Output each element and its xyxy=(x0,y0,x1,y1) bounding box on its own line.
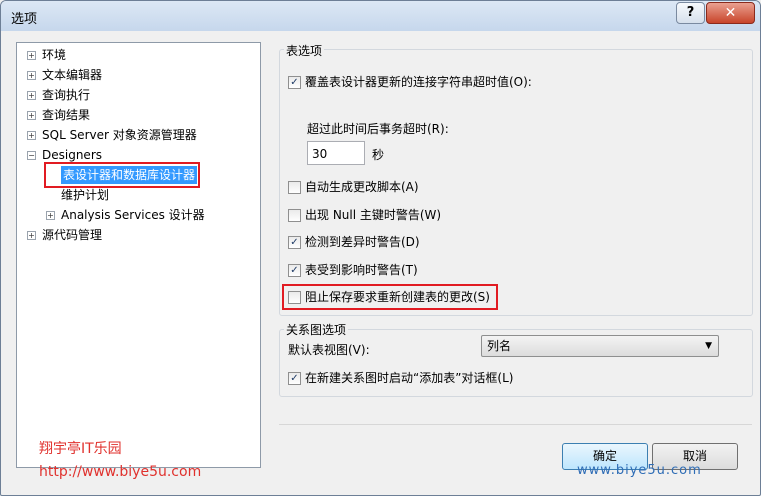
tree-item-label: SQL Server 对象资源管理器 xyxy=(42,128,197,142)
add-table-dialog-label: 在新建关系图时启动“添加表”对话框(L) xyxy=(305,371,514,385)
auto-script-label: 自动生成更改脚本(A) xyxy=(305,180,419,194)
close-button[interactable]: ✕ xyxy=(706,2,755,24)
timeout-input[interactable]: 30 xyxy=(307,141,365,165)
expand-icon[interactable]: + xyxy=(27,91,36,100)
diff-warning-checkbox[interactable]: ✓ xyxy=(288,236,301,249)
null-pk-warning-label: 出现 Null 主键时警告(W) xyxy=(305,208,442,222)
help-button[interactable]: ? xyxy=(676,2,705,24)
tree-item-label: 环境 xyxy=(42,48,67,62)
options-tree[interactable]: + 环境 + 文本编辑器 + 查询执行 + 查询结果 + SQL Server … xyxy=(16,42,261,468)
default-view-value: 列名 xyxy=(487,339,512,353)
auto-script-checkbox[interactable] xyxy=(288,181,301,194)
title-bar: 选项 ? ✕ xyxy=(1,1,760,31)
tree-item-label: Analysis Services 设计器 xyxy=(61,208,205,222)
timeout-unit: 秒 xyxy=(372,148,385,162)
expand-icon[interactable]: + xyxy=(46,211,55,220)
highlight-box xyxy=(282,284,498,310)
null-pk-warning-checkbox[interactable] xyxy=(288,209,301,222)
tree-item-label: 查询执行 xyxy=(42,88,91,102)
dialog-title: 选项 xyxy=(11,12,38,27)
expand-icon[interactable]: + xyxy=(27,231,36,240)
affected-warning-checkbox[interactable]: ✓ xyxy=(288,264,301,277)
diagram-options-caption: 关系图选项 xyxy=(284,321,349,338)
tree-item-label: 查询结果 xyxy=(42,108,91,122)
watermark-bottom: www.biye5u.com xyxy=(577,463,702,478)
collapse-icon[interactable]: − xyxy=(27,151,36,160)
default-view-select[interactable]: 列名 ▼ xyxy=(481,335,719,357)
expand-icon[interactable]: + xyxy=(27,111,36,120)
diff-warning-label: 检测到差异时警告(D) xyxy=(305,235,420,249)
watermark-title: 翔宇亭IT乐园 xyxy=(39,441,122,457)
highlight-box xyxy=(44,162,200,188)
timeout-label: 超过此时间后事务超时(R): xyxy=(307,122,449,136)
default-view-label: 默认表视图(V): xyxy=(288,343,370,357)
table-options-caption: 表选项 xyxy=(284,42,325,59)
separator xyxy=(279,424,752,425)
tree-item-label: 文本编辑器 xyxy=(42,68,103,82)
options-dialog: 选项 ? ✕ + 环境 + 文本编辑器 + 查询执行 + 查询结果 + SQL … xyxy=(0,0,761,496)
chevron-down-icon: ▼ xyxy=(705,341,712,351)
tree-item-label: 源代码管理 xyxy=(42,228,103,242)
expand-icon[interactable]: + xyxy=(27,71,36,80)
watermark-url: http://www.biye5u.com xyxy=(39,464,202,480)
affected-warning-label: 表受到影响时警告(T) xyxy=(305,263,418,277)
tree-item-label: 维护计划 xyxy=(61,188,110,202)
add-table-dialog-checkbox[interactable]: ✓ xyxy=(288,372,301,385)
expand-icon[interactable]: + xyxy=(27,131,36,140)
expand-icon[interactable]: + xyxy=(27,51,36,60)
override-timeout-label: 覆盖表设计器更新的连接字符串超时值(O): xyxy=(305,75,532,89)
override-timeout-checkbox[interactable]: ✓ xyxy=(288,76,301,89)
